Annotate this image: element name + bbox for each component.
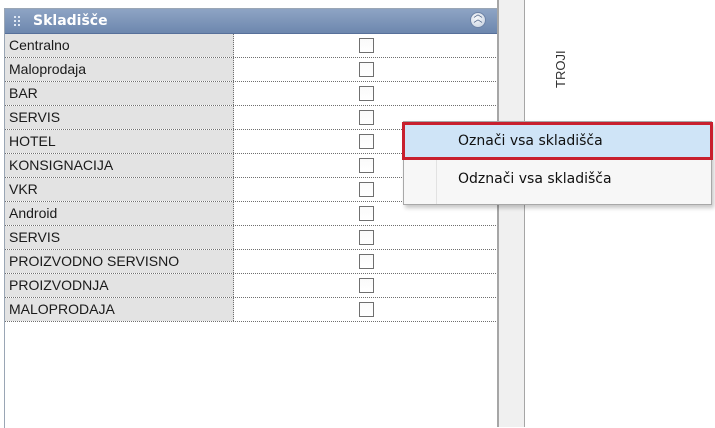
collapse-icon[interactable]: ︿ ︿ xyxy=(470,10,486,28)
row-label: PROIZVODNJA xyxy=(5,274,234,297)
row-checkbox[interactable] xyxy=(359,110,374,125)
warehouse-row-servis-2[interactable]: SERVIS xyxy=(5,226,498,250)
context-menu: Označi vsa skladišča Odznači vsa skladiš… xyxy=(402,121,713,205)
warehouse-row-centralno[interactable]: Centralno xyxy=(5,34,498,58)
warehouse-row-bar[interactable]: BAR xyxy=(5,82,498,106)
row-checkbox[interactable] xyxy=(359,62,374,77)
row-checkbox[interactable] xyxy=(359,254,374,269)
grip-icon xyxy=(14,16,22,27)
row-label: KONSIGNACIJA xyxy=(5,154,234,177)
warehouse-panel: Skladišče ︿ ︿ Centralno Maloprodaja BAR S… xyxy=(4,8,498,428)
row-label: Centralno xyxy=(5,34,234,57)
warehouse-row-maloprodaja[interactable]: Maloprodaja xyxy=(5,58,498,82)
row-label: BAR xyxy=(5,82,234,105)
row-label: SERVIS xyxy=(5,226,234,249)
row-checkbox[interactable] xyxy=(359,38,374,53)
side-tab-strip[interactable] xyxy=(499,0,525,427)
menu-item-select-all-warehouses[interactable]: Označi vsa skladišča xyxy=(402,122,713,160)
row-checkbox[interactable] xyxy=(359,206,374,221)
group-title: Skladišče xyxy=(33,13,108,29)
row-label: PROIZVODNO SERVISNO xyxy=(5,250,234,273)
row-label: VKR xyxy=(5,178,234,201)
group-header[interactable]: Skladišče ︿ ︿ xyxy=(5,9,498,34)
row-checkbox[interactable] xyxy=(359,158,374,173)
row-checkbox[interactable] xyxy=(359,302,374,317)
row-checkbox[interactable] xyxy=(359,86,374,101)
row-label: Android xyxy=(5,202,234,225)
row-checkbox[interactable] xyxy=(359,278,374,293)
warehouse-row-proizvodnja[interactable]: PROIZVODNJA xyxy=(5,274,498,298)
row-label: SERVIS xyxy=(5,106,234,129)
row-checkbox[interactable] xyxy=(359,182,374,197)
row-label: HOTEL xyxy=(5,130,234,153)
menu-item-deselect-all-warehouses[interactable]: Odznači vsa skladišča xyxy=(404,162,711,196)
row-label: Maloprodaja xyxy=(5,58,234,81)
row-label: MALOPRODAJA xyxy=(5,298,234,321)
warehouse-row-android[interactable]: Android xyxy=(5,202,498,226)
row-checkbox[interactable] xyxy=(359,134,374,149)
warehouse-row-maloprodaja-2[interactable]: MALOPRODAJA xyxy=(5,298,498,322)
warehouse-row-proizvodno-servisno[interactable]: PROIZVODNO SERVISNO xyxy=(5,250,498,274)
row-checkbox[interactable] xyxy=(359,230,374,245)
side-tab-label: TROJI xyxy=(553,50,568,88)
